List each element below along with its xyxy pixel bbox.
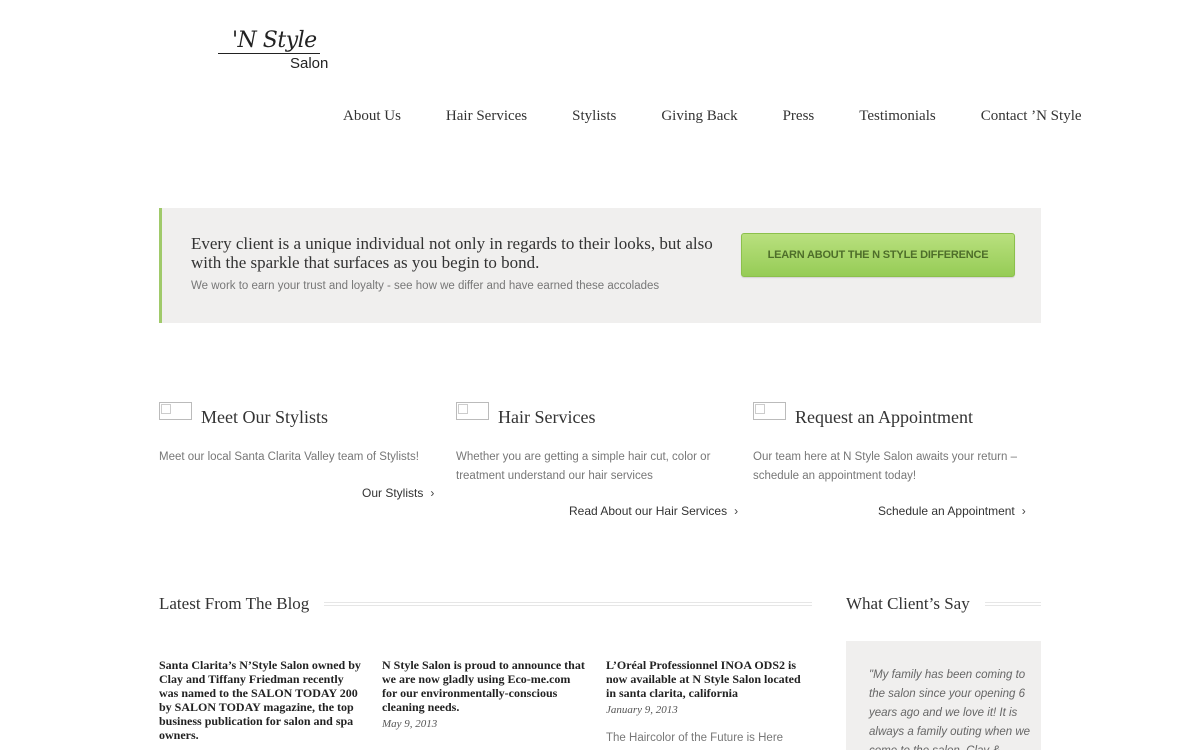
nav-about-us[interactable]: About Us <box>343 108 401 125</box>
main-nav: About Us Hair Services Stylists Giving B… <box>343 108 1082 125</box>
feature-text: Meet our local Santa Clarita Valley team… <box>159 451 419 463</box>
hair-services-link[interactable]: Read About our Hair Services › <box>569 504 738 518</box>
chevron-right-icon: › <box>734 504 739 518</box>
nav-giving-back[interactable]: Giving Back <box>661 108 737 125</box>
blog-post-title[interactable]: L’Oréal Professionnel INOA ODS2 is now a… <box>606 658 812 700</box>
feature-title: Request an Appointment <box>795 407 973 427</box>
chevron-right-icon: › <box>430 486 435 500</box>
blog-post-excerpt: The Haircolor of the Future is Here <box>606 732 784 744</box>
blog-post: N Style Salon is proud to announce that … <box>382 658 588 730</box>
link-label: Our Stylists <box>362 486 424 500</box>
logo-underline <box>218 53 320 54</box>
blog-post-title[interactable]: Santa Clarita’s N’Style Salon owned by C… <box>159 658 365 742</box>
broken-image-icon <box>753 402 786 420</box>
blog-post-title[interactable]: N Style Salon is proud to announce that … <box>382 658 588 714</box>
feature-title: Hair Services <box>498 407 596 427</box>
schedule-appointment-link[interactable]: Schedule an Appointment › <box>878 504 1026 518</box>
testimonials-heading-divider <box>985 602 1041 606</box>
our-stylists-link[interactable]: Our Stylists › <box>362 486 434 500</box>
blog-post: L’Oréal Professionnel INOA ODS2 is now a… <box>606 658 812 744</box>
blog-post-date: January 9, 2013 <box>606 704 678 716</box>
promo-subtitle: We work to earn your trust and loyalty -… <box>191 280 660 292</box>
nav-press[interactable]: Press <box>783 108 815 125</box>
nav-stylists[interactable]: Stylists <box>572 108 616 125</box>
logo-wordmark: 'N Style <box>232 28 317 53</box>
logo-salon-text: Salon <box>290 55 329 72</box>
blog-heading: Latest From The Blog <box>159 594 310 613</box>
link-label: Schedule an Appointment <box>878 504 1015 518</box>
testimonial-box: "My family has been coming to the salon … <box>846 641 1041 750</box>
feature-text: Whether you are getting a simple hair cu… <box>456 451 711 482</box>
testimonial-quote: "My family has been coming to the salon … <box>869 669 1031 750</box>
site-logo[interactable]: 'N Style Salon <box>218 28 336 74</box>
broken-image-icon <box>159 402 192 420</box>
promo-box: Every client is a unique individual not … <box>159 208 1041 323</box>
broken-image-icon <box>456 402 489 420</box>
nav-hair-services[interactable]: Hair Services <box>446 108 527 125</box>
nav-contact[interactable]: Contact ’N Style <box>981 108 1082 125</box>
feature-text: Our team here at N Style Salon awaits yo… <box>753 451 1017 482</box>
link-label: Read About our Hair Services <box>569 504 728 518</box>
nav-testimonials[interactable]: Testimonials <box>859 108 935 125</box>
blog-post: Santa Clarita’s N’Style Salon owned by C… <box>159 658 365 742</box>
chevron-right-icon: › <box>1021 504 1026 518</box>
feature-title: Meet Our Stylists <box>201 407 329 427</box>
blog-heading-divider <box>324 602 812 606</box>
testimonials-heading: What Client’s Say <box>846 594 970 613</box>
blog-post-date: May 9, 2013 <box>382 718 438 730</box>
learn-difference-button[interactable]: LEARN ABOUT THE N STYLE DIFFERENCE <box>741 233 1015 277</box>
promo-title: Every client is a unique individual not … <box>191 234 713 272</box>
